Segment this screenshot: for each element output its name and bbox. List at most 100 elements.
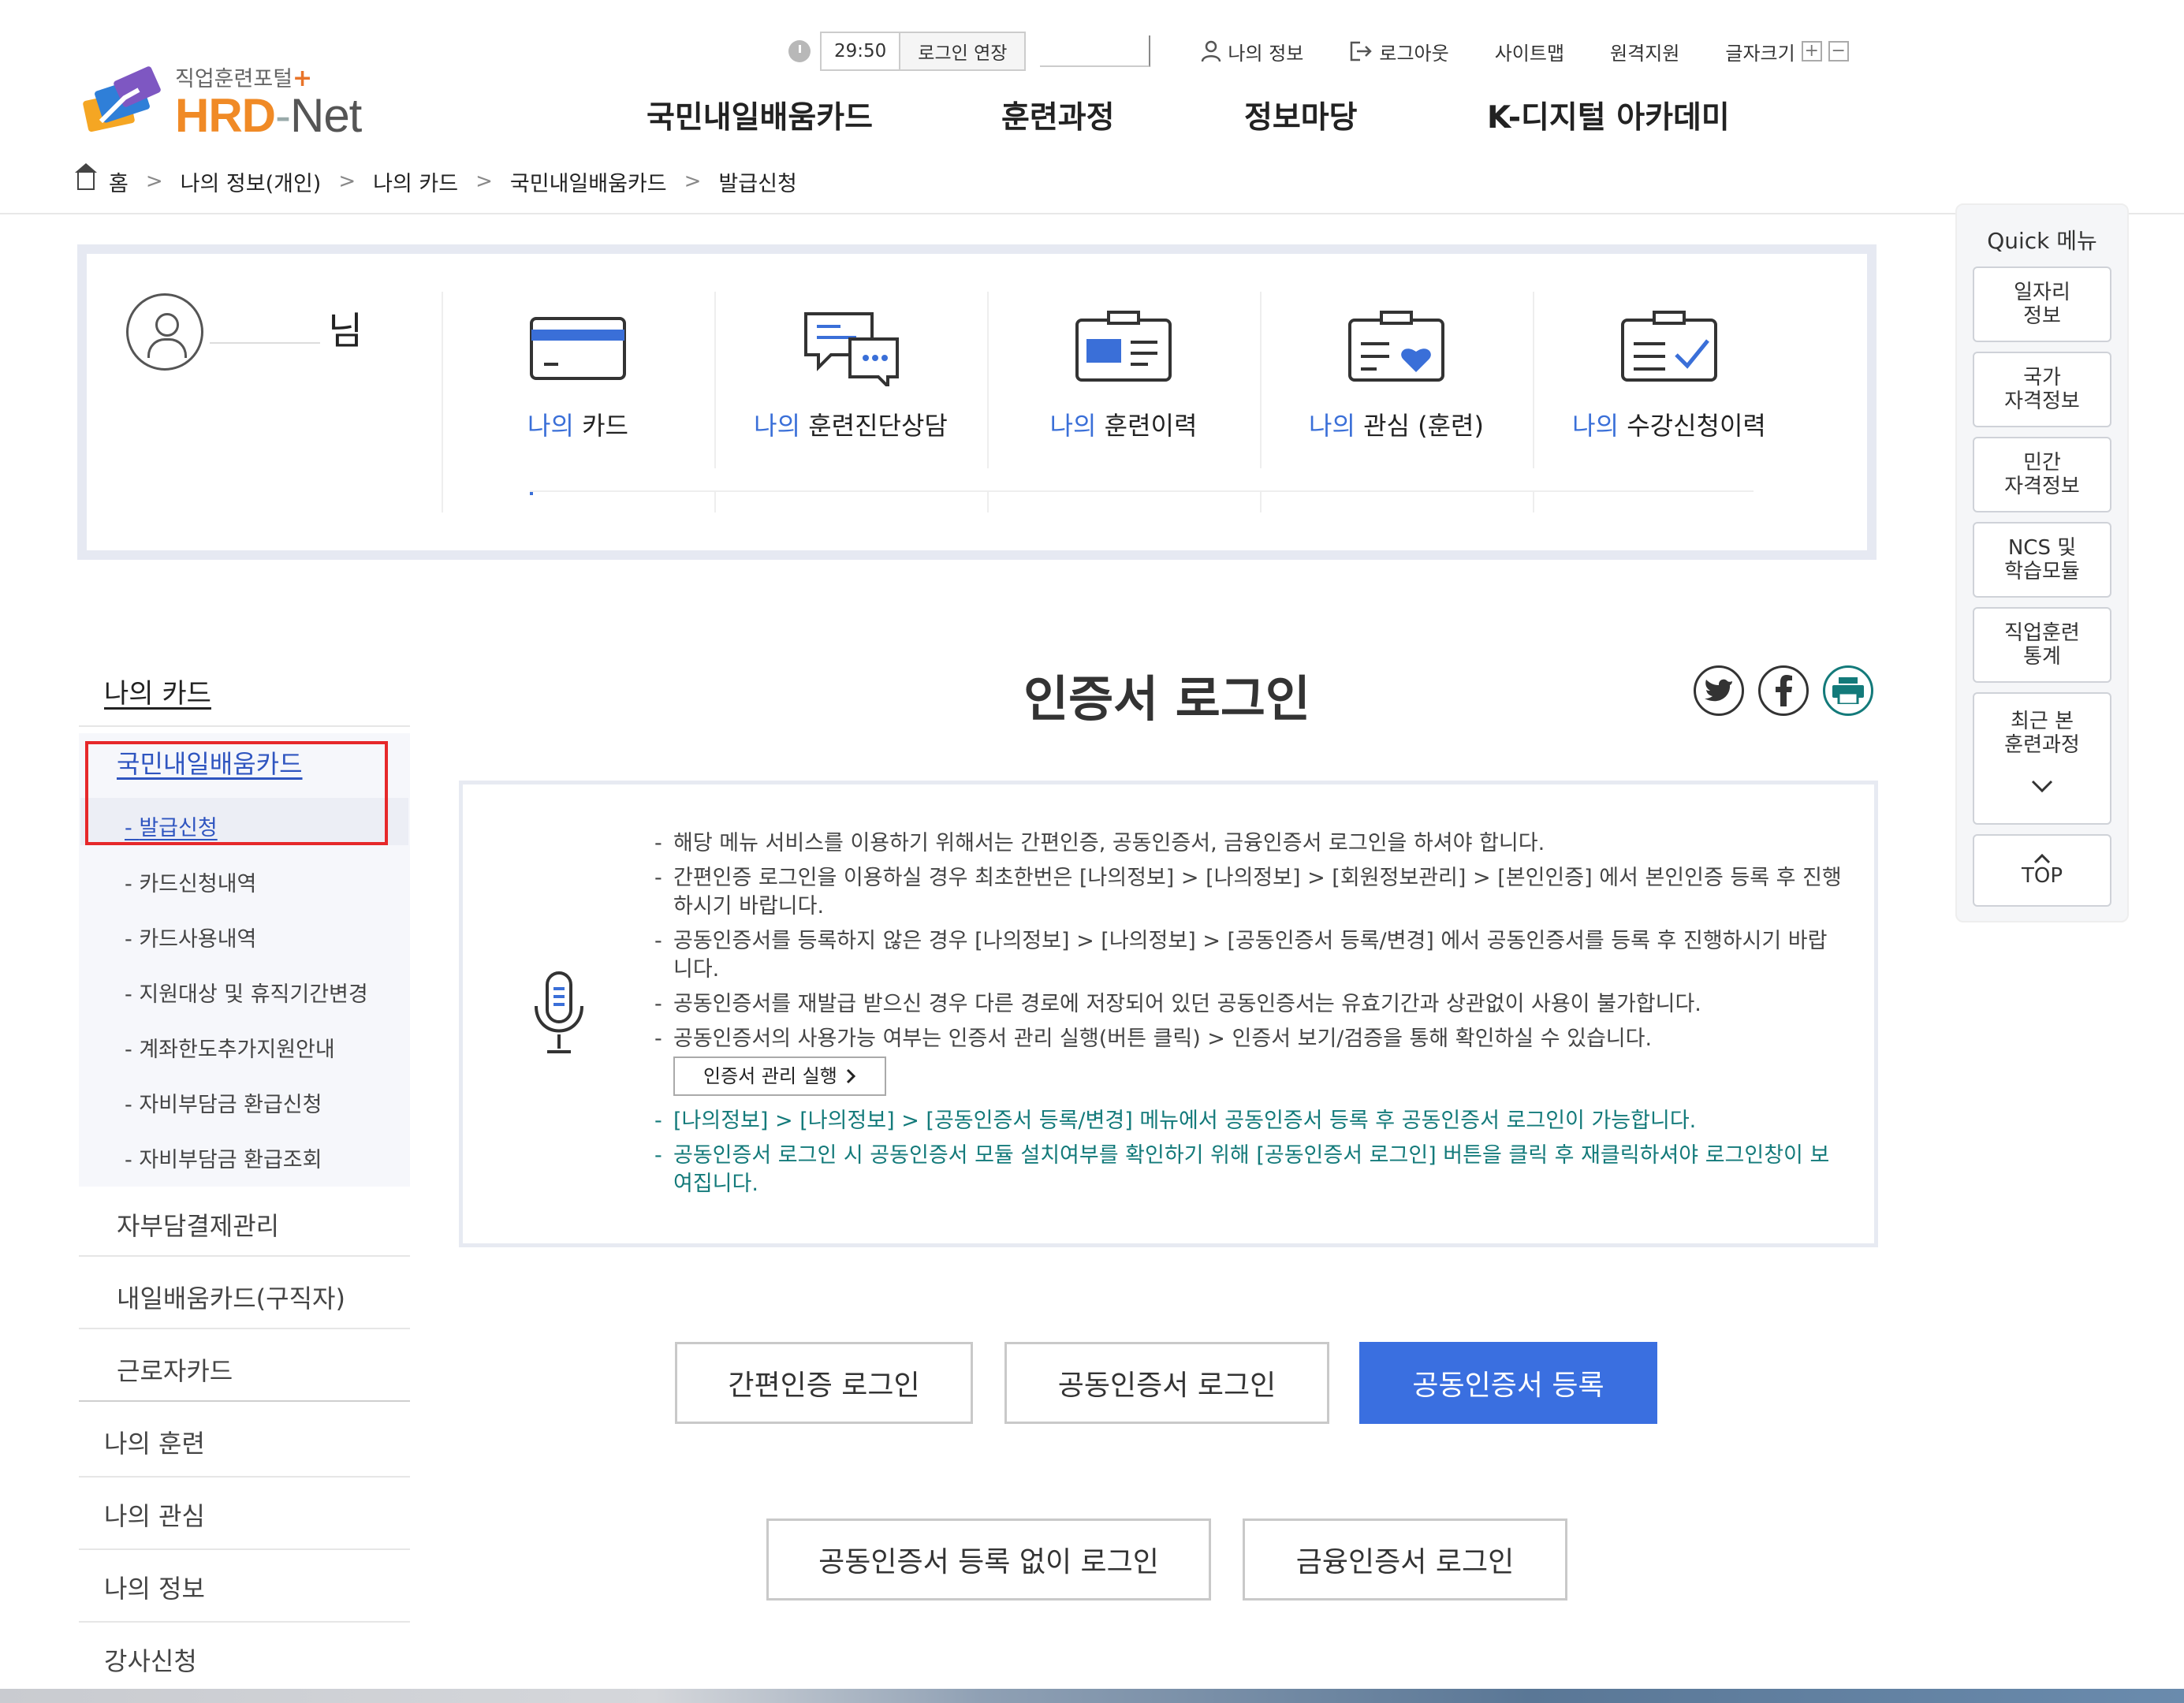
facebook-share-button[interactable]: [1758, 665, 1809, 716]
microphone-icon: [535, 971, 583, 1053]
login-without-register-button[interactable]: 공동인증서 등록 없이 로그인: [766, 1519, 1211, 1601]
utility-bar: 29:50 로그인 연장 나의 정보 로그아웃 사이트맵 원격지원 글자크기 +…: [788, 30, 1849, 73]
lnb-divider: [79, 1400, 410, 1402]
gnb-item-courses[interactable]: 훈련과정: [1001, 93, 1115, 142]
mine-prefix: 나의: [754, 411, 801, 441]
quick-private-cert[interactable]: 민간 자격정보: [1973, 437, 2111, 512]
mine-prefix: 나의: [1572, 411, 1619, 441]
lnb-item-instructor-apply[interactable]: 강사신청: [104, 1642, 197, 1678]
lnb-divider: [79, 1621, 410, 1623]
quick-jobs-info[interactable]: 일자리 정보: [1973, 266, 2111, 342]
dashboard-label: 카드: [582, 411, 628, 441]
dashboard-label: 훈련진단상담: [808, 411, 948, 441]
notice-line: 공동인증서를 재발급 받으신 경우 다른 경로에 저장되어 있던 공동인증서는 …: [654, 990, 1845, 1019]
gnb-item-k-digital[interactable]: K-디지털 아카데미: [1487, 93, 1730, 142]
simple-auth-login-button[interactable]: 간편인증 로그인: [675, 1342, 973, 1424]
quick-label: 자격정보: [2004, 389, 2080, 413]
lnb-sub-eligibility-change[interactable]: - 지원대상 및 휴직기간변경: [125, 977, 368, 1008]
lnb-item-job-seeker-card[interactable]: 내일배움카드(구직자): [117, 1279, 345, 1315]
card-icon: [530, 317, 626, 380]
quick-national-cert[interactable]: 국가 자격정보: [1973, 352, 2111, 427]
gnb-item-info[interactable]: 정보마당: [1244, 93, 1358, 142]
hrd-net-logo[interactable]: 직업훈련포털+ HRD-Net: [77, 61, 393, 142]
font-increase-button[interactable]: +: [1801, 41, 1822, 61]
gnb-item-card[interactable]: 국민내일배움카드: [647, 93, 873, 142]
home-icon: [75, 163, 97, 190]
quick-recent-courses[interactable]: 최근 본 훈련과정: [1973, 692, 2111, 825]
highlight-annotation: [85, 741, 388, 845]
mine-prefix: 나의: [527, 411, 574, 441]
lnb-sub-refund-apply[interactable]: - 자비부담금 환급신청: [125, 1087, 322, 1118]
lnb-item-my-interest[interactable]: 나의 관심: [104, 1496, 205, 1533]
notice-line-teal: [나의정보] > [나의정보] > [공동인증서 등록/변경] 메뉴에서 공동인…: [654, 1107, 1845, 1135]
mine-prefix: 나의: [1049, 411, 1097, 441]
dashboard-label: 관심 (훈련): [1363, 411, 1484, 441]
lnb-title-my-card[interactable]: 나의 카드: [104, 672, 211, 710]
chevron-down-icon[interactable]: [2030, 779, 2054, 793]
chevron-right-icon: [846, 1068, 855, 1084]
quick-label: 민간: [2023, 451, 2061, 475]
lnb-sub-refund-inquiry[interactable]: - 자비부담금 환급조회: [125, 1142, 322, 1173]
lnb-divider: [79, 1255, 410, 1257]
breadcrumb-national-card[interactable]: 국민내일배움카드: [510, 166, 667, 197]
financial-cert-login-button[interactable]: 금융인증서 로그인: [1243, 1519, 1567, 1601]
dashboard-label: 수강신청이력: [1627, 411, 1766, 441]
joint-cert-register-button[interactable]: 공동인증서 등록: [1359, 1342, 1657, 1424]
checklist-icon: [1621, 311, 1717, 382]
font-size-label: 글자크기: [1725, 42, 1795, 65]
quick-training-stats[interactable]: 직업훈련 통계: [1973, 607, 2111, 683]
mine-prefix: 나의: [1309, 411, 1355, 441]
cert-manager-button[interactable]: 인증서 관리 실행: [673, 1056, 886, 1096]
chat-icon: [804, 312, 899, 390]
notice-line: 공동인증서를 등록하지 않은 경우 [나의정보] > [나의정보] > [공동인…: [654, 927, 1845, 984]
scroll-top-button[interactable]: TOP: [1973, 834, 2111, 907]
remote-support-link[interactable]: 원격지원: [1610, 38, 1679, 65]
extend-login-button[interactable]: 로그인 연장: [900, 32, 1027, 71]
name-suffix: 님: [328, 309, 363, 353]
logo-net-text: Net: [289, 89, 362, 142]
sitemap-link[interactable]: 사이트맵: [1495, 38, 1564, 65]
twitter-share-button[interactable]: [1694, 665, 1744, 716]
lnb-item-my-info[interactable]: 나의 정보: [104, 1569, 205, 1605]
lnb-item-self-pay[interactable]: 자부담결제관리: [117, 1206, 279, 1243]
lnb-divider: [79, 1328, 410, 1329]
top-label: TOP: [2021, 864, 2063, 888]
lnb-sub-label: 카드신청내역: [139, 872, 257, 896]
chevron-up-icon: [2033, 853, 2051, 864]
lnb-sub-usage-history[interactable]: - 카드사용내역: [125, 922, 256, 952]
lnb-item-my-training[interactable]: 나의 훈련: [104, 1424, 205, 1460]
profile-avatar-icon: [126, 293, 203, 371]
lnb-sub-label: 지원대상 및 휴직기간변경: [139, 982, 368, 1007]
masked-username: [1040, 35, 1151, 67]
notice-line: 공동인증서의 사용가능 여부는 인증서 관리 실행(버튼 클릭) > 인증서 보…: [654, 1025, 1845, 1053]
notice-line: 해당 메뉴 서비스를 이용하기 위해서는 간편인증, 공동인증서, 금융인증서 …: [654, 829, 1845, 858]
quick-label: NCS 및: [2007, 536, 2077, 560]
lnb-divider: [79, 1548, 410, 1550]
font-decrease-button[interactable]: −: [1828, 41, 1849, 61]
breadcrumb-home[interactable]: 홈: [109, 166, 129, 197]
breadcrumb-my-info[interactable]: 나의 정보(개인): [181, 166, 322, 197]
masked-counts: [530, 468, 1754, 492]
notice-line: 간편인증 로그인을 이용하실 경우 최초한번은 [나의정보] > [나의정보] …: [654, 864, 1845, 921]
twitter-icon: [1705, 679, 1732, 702]
quick-ncs-modules[interactable]: NCS 및 학습모듈: [1973, 522, 2111, 598]
logo-mark-icon: [83, 66, 161, 132]
joint-cert-login-button[interactable]: 공동인증서 로그인: [1004, 1342, 1329, 1424]
my-info-link[interactable]: 나의 정보: [1201, 38, 1303, 65]
lnb-sub-application-history[interactable]: - 카드신청내역: [125, 866, 256, 897]
notice-text: 해당 메뉴 서비스를 이용하기 위해서는 간편인증, 공동인증서, 금융인증서 …: [654, 829, 1845, 1205]
session-timer: 29:50: [820, 32, 901, 71]
lnb-sub-label: 카드사용내역: [139, 927, 257, 952]
breadcrumb: 홈 > 나의 정보(개인) > 나의 카드 > 국민내일배움카드 > 발급신청: [75, 163, 797, 199]
quick-label: 훈련과정: [2004, 733, 2080, 757]
breadcrumb-my-card[interactable]: 나의 카드: [373, 166, 458, 197]
lnb-sub-extra-limit[interactable]: - 계좌한도추가지원안내: [125, 1032, 335, 1063]
notice-line-teal: 공동인증서 로그인 시 공동인증서 모듈 설치여부를 확인하기 위해 [공동인증…: [654, 1142, 1845, 1198]
page-title: 인증서 로그인: [1023, 670, 1310, 728]
clock-icon: [788, 40, 811, 62]
print-button[interactable]: [1823, 665, 1873, 716]
header-divider: [0, 213, 2184, 214]
logout-link[interactable]: 로그아웃: [1349, 38, 1449, 65]
quick-label: 일자리: [2014, 281, 2070, 304]
lnb-item-worker-card[interactable]: 근로자카드: [117, 1351, 233, 1388]
